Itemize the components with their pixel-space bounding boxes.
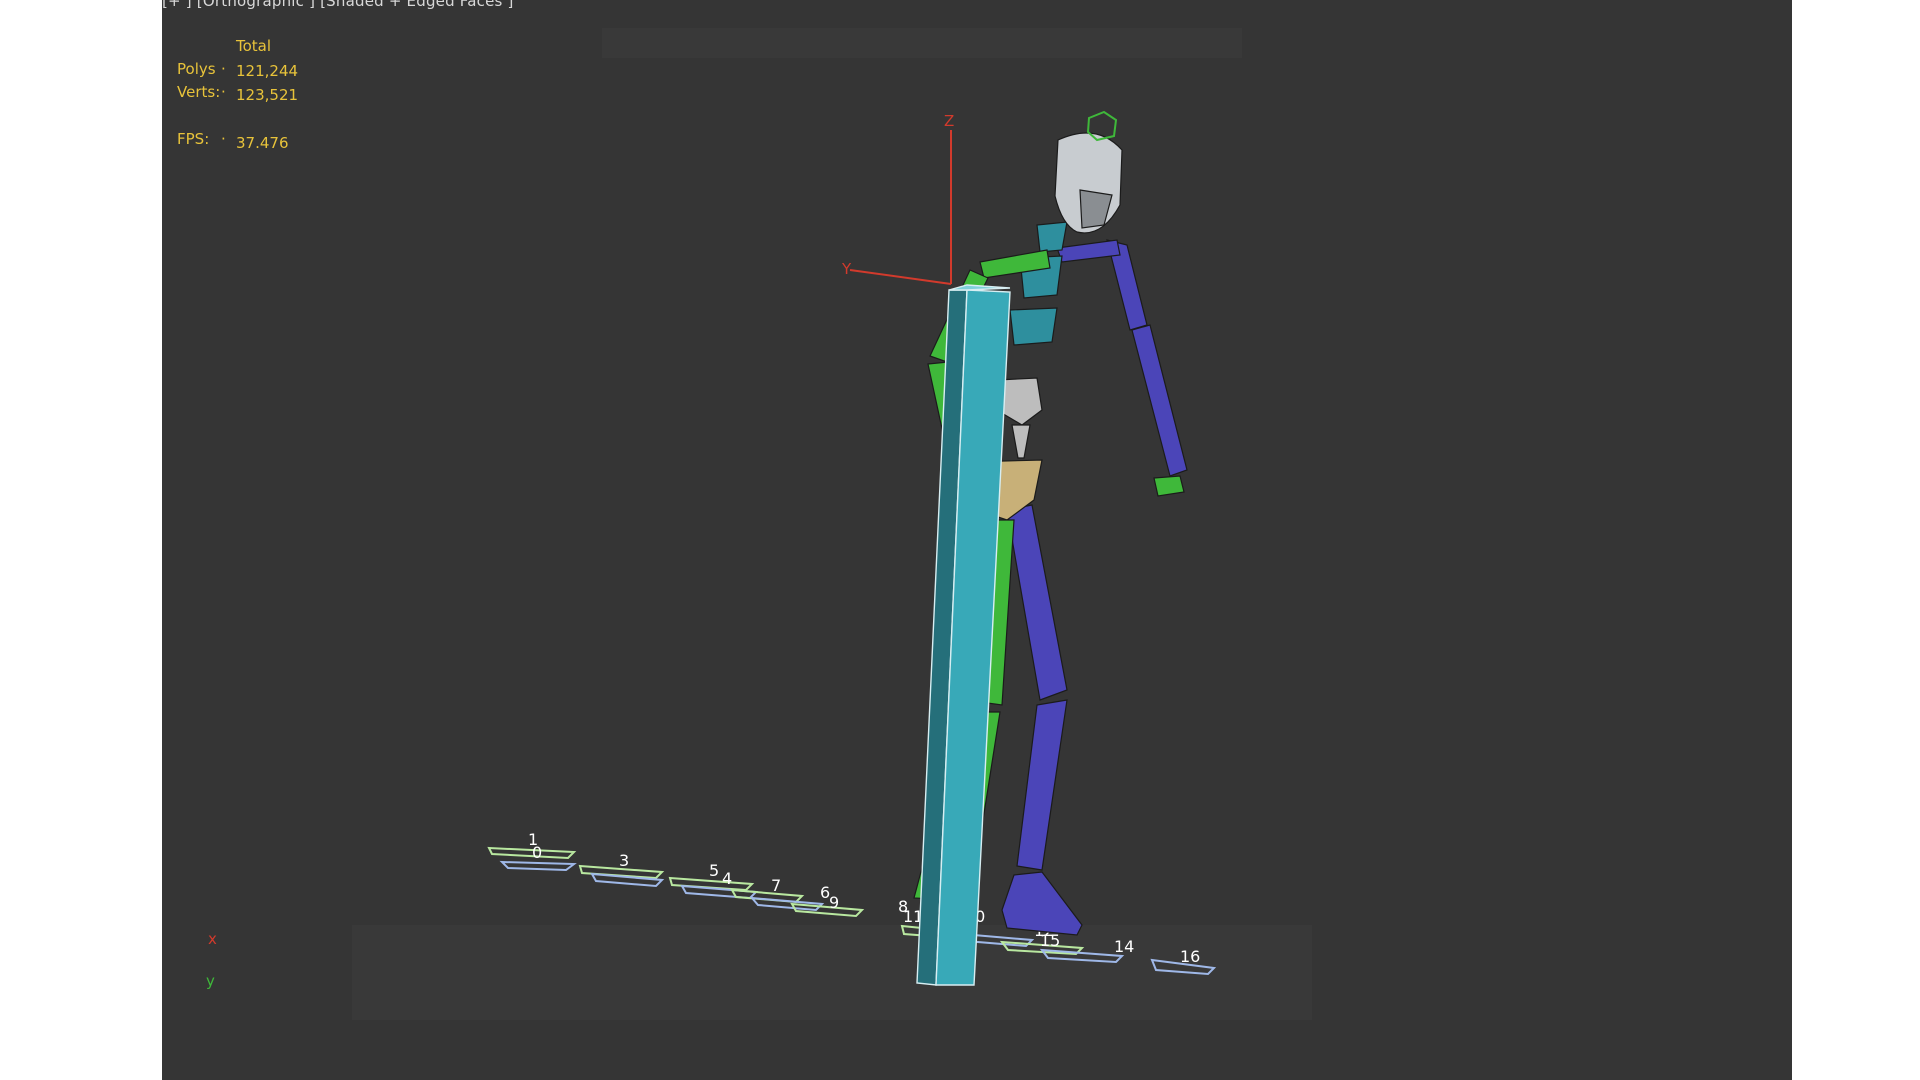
corner-axis-tripod: x y [206,930,217,990]
3d-viewport[interactable]: [+ ] [Orthographic ] [Shaded + Edged Fac… [162,0,1792,1080]
footstep-label-5: 5 [709,861,719,880]
gizmo-y-label: Y [841,260,852,278]
footstep-label-0: 0 [532,843,542,862]
footstep-label-16: 16 [1180,947,1200,966]
neck[interactable] [1036,221,1068,253]
blue-hand[interactable] [1153,475,1185,497]
footstep-label-9: 9 [829,893,839,912]
blue-clavicle[interactable] [1056,239,1121,263]
footstep-labels: 1 0 3 5 4 7 6 9 8 11 10 13 12 15 14 16 [528,830,1200,966]
footstep-label-15: 15 [1040,931,1060,950]
biped-rig[interactable] [913,110,1188,986]
corner-axis-y-label: y [206,972,215,990]
blue-shin[interactable] [1016,699,1068,871]
footstep-markers[interactable] [487,846,1217,976]
gizmo-z-label: Z [944,112,954,130]
footstep-label-4: 4 [722,869,732,888]
footstep-9[interactable] [790,902,865,918]
footstep-label-14: 14 [1114,937,1134,956]
blue-thigh[interactable] [1006,504,1068,701]
corner-axis-x-label: x [208,930,217,948]
transform-gizmo[interactable]: Z Y [841,112,954,285]
footstep-6[interactable] [749,896,825,912]
footstep-14[interactable] [1039,948,1125,964]
spine-mid[interactable] [1009,307,1058,346]
scene-canvas[interactable]: 1 0 3 5 4 7 6 9 8 11 10 13 12 15 14 16 Z… [162,0,1792,1080]
gizmo-y-axis[interactable] [849,269,952,285]
footstep-label-7: 7 [771,876,781,895]
footstep-label-3: 3 [619,851,629,870]
spine-root[interactable] [1011,424,1031,459]
blue-foot[interactable] [1001,871,1083,936]
blue-forearm[interactable] [1131,324,1188,477]
footstep-0[interactable] [499,860,577,872]
box-prop-top[interactable] [948,284,1011,291]
